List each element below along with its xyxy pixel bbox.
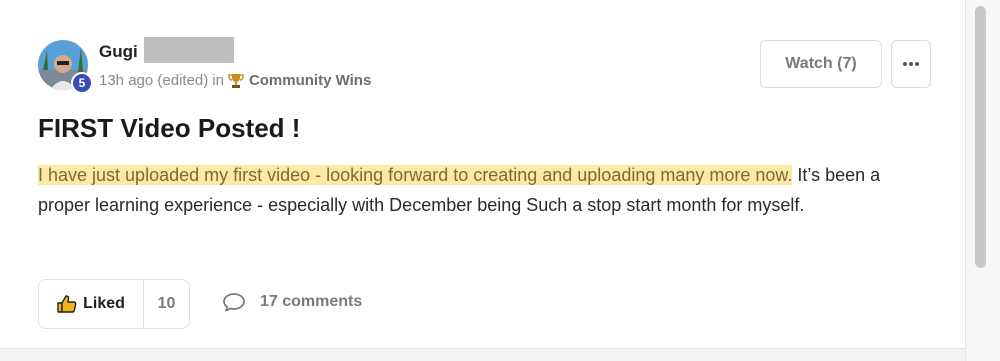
post-time: 13h ago (edited) xyxy=(99,72,209,89)
scrollbar-thumb[interactable] xyxy=(975,6,986,268)
post-body: I have just uploaded my first video - lo… xyxy=(38,160,918,220)
ellipsis-icon xyxy=(903,62,919,66)
trophy-icon xyxy=(228,73,244,89)
watch-button[interactable]: Watch (7) xyxy=(760,40,882,88)
comments-link[interactable]: 17 comments xyxy=(222,292,362,312)
level-badge: 5 xyxy=(71,72,93,94)
category-link[interactable]: Community Wins xyxy=(249,72,371,89)
like-label: Liked xyxy=(83,295,125,312)
post-meta: 13h ago (edited) in Community Wins xyxy=(99,72,371,89)
like-count[interactable]: 10 xyxy=(144,280,189,328)
in-label: in xyxy=(212,72,224,89)
more-options-button[interactable] xyxy=(891,40,931,88)
thumbs-up-icon xyxy=(57,295,77,313)
author-name[interactable]: Gugi xyxy=(99,42,138,62)
highlighted-text: I have just uploaded my first video - lo… xyxy=(38,165,793,185)
name-redaction xyxy=(144,37,234,63)
comment-icon xyxy=(223,293,245,312)
like-control: Liked 10 xyxy=(38,279,190,329)
like-button[interactable]: Liked xyxy=(39,280,144,328)
post-title: FIRST Video Posted ! xyxy=(38,113,301,143)
post-card: 5 Gugi 13h ago (edited) in Community Win… xyxy=(0,0,965,349)
comments-label: 17 comments xyxy=(260,293,363,310)
